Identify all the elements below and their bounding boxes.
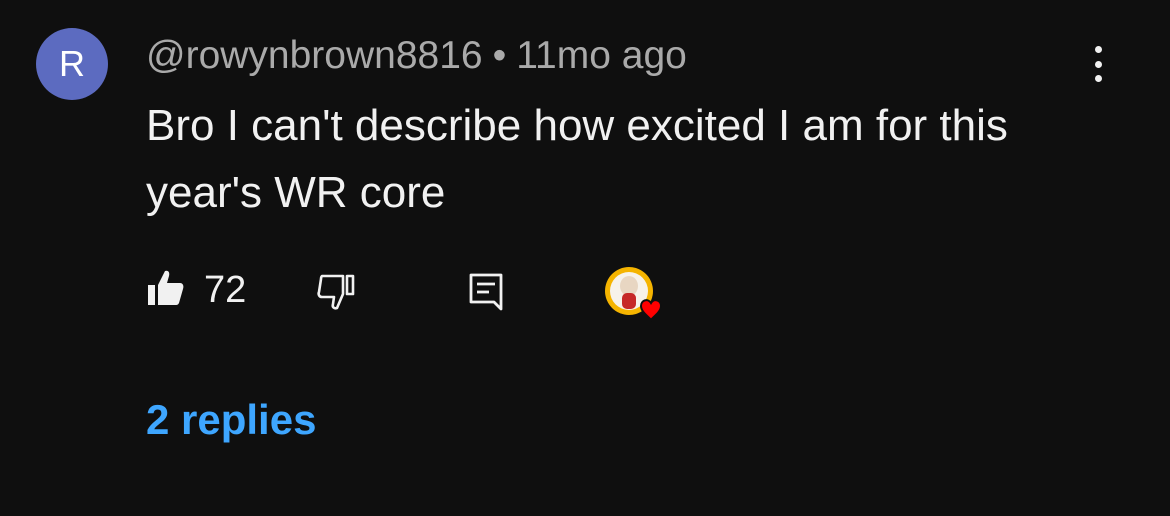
reply-button[interactable] xyxy=(467,271,505,318)
meta-separator: • xyxy=(492,34,507,77)
creator-heart-badge xyxy=(604,266,663,322)
more-vert-icon-dot xyxy=(1094,46,1102,53)
like-button[interactable]: 72 xyxy=(146,268,246,313)
more-options-button[interactable] xyxy=(1080,42,1116,86)
thumbs-down-icon xyxy=(316,272,356,317)
like-count: 72 xyxy=(204,269,247,311)
creator-heart-icon xyxy=(604,266,663,322)
avatar[interactable]: R xyxy=(36,28,108,100)
author-handle[interactable]: @rowynbrown8816 xyxy=(146,34,483,77)
dislike-button[interactable] xyxy=(316,272,356,317)
comment-icon xyxy=(467,271,505,318)
more-vert-icon-dot xyxy=(1094,75,1102,82)
thumbs-up-icon xyxy=(146,268,186,313)
comment-text: Bro I can't describe how excited I am fo… xyxy=(146,101,1008,217)
view-replies-button[interactable]: 2 replies xyxy=(146,396,316,444)
timestamp[interactable]: 11mo ago xyxy=(516,34,687,77)
avatar-initial: R xyxy=(59,43,85,84)
more-vert-icon-dot xyxy=(1094,60,1102,68)
comment-meta: @rowynbrown8816 • 11mo ago xyxy=(146,30,687,82)
